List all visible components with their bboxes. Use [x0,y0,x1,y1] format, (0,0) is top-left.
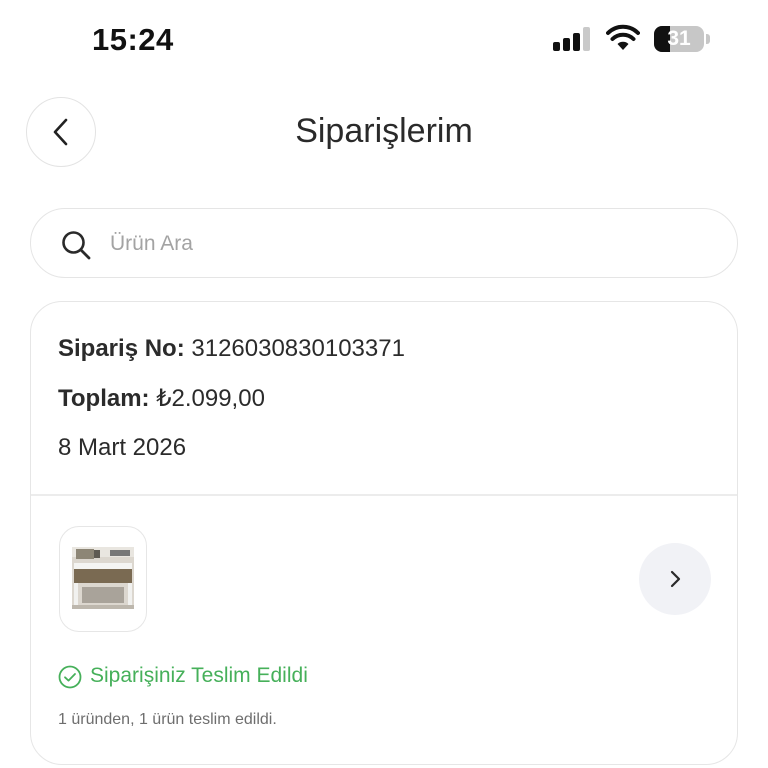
card-divider [31,494,737,496]
delivery-note: 1 üründen, 1 ürün teslim edildi. [58,711,277,728]
desk-product-image [72,547,134,609]
product-thumbnail[interactable] [59,526,147,632]
search-input[interactable] [110,225,710,263]
check-circle-icon [58,665,82,689]
search-icon [62,231,91,260]
order-total-label: Toplam: [58,385,150,412]
battery-level: 31 [667,27,691,50]
chevron-right-icon [670,570,681,588]
delivery-status-text: Siparişiniz Teslim Edildi [90,664,308,687]
order-detail-button[interactable] [639,543,711,615]
battery-icon: 31 [654,26,710,52]
status-time: 15:24 [92,22,174,57]
page-title: Siparişlerim [295,112,473,150]
order-date: 8 Mart 2026 [58,434,187,461]
order-total-value: ₺2.099,00 [156,385,265,412]
order-total-row: Toplam: ₺2.099,00 [58,384,265,413]
cellular-signal-icon [553,27,593,51]
status-bar: 15:24 31 [0,0,768,80]
order-number-row: Sipariş No: 3126030830103371 [58,335,405,363]
order-number-value: 3126030830103371 [191,335,405,362]
order-number-label: Sipariş No: [58,335,185,362]
wifi-icon [606,24,640,50]
